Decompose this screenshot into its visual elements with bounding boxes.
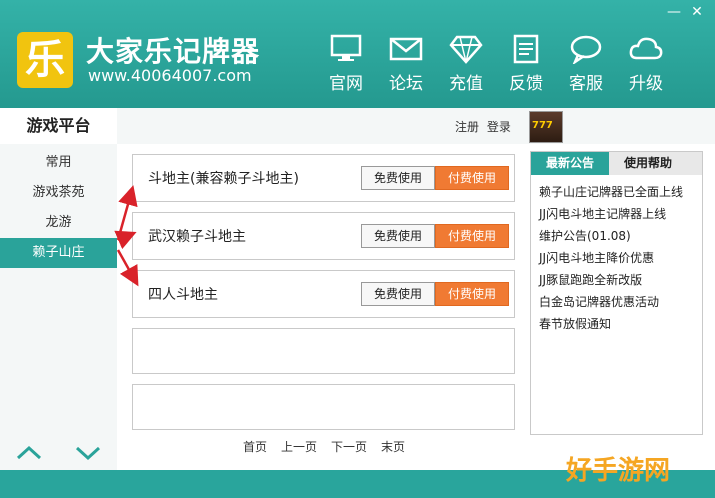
minimize-button[interactable]: — — [665, 4, 683, 20]
empty-game-slot — [132, 384, 515, 430]
auth-links: 注册 登录 — [455, 118, 515, 135]
news-item[interactable]: 春节放假通知 — [539, 313, 702, 335]
announcement-panel: 最新公告 使用帮助 赖子山庄记牌器已全面上线 JJ闪电斗地主记牌器上线 维护公告… — [530, 151, 703, 435]
app-window: 乐 大家乐记牌器 www.40064007.com — ✕ 官网 论坛 充值 反… — [0, 0, 715, 498]
nav-service[interactable]: 客服 — [556, 34, 616, 94]
next-page-link[interactable]: 下一页 — [331, 438, 367, 455]
news-item[interactable]: 维护公告(01.08) — [539, 225, 702, 247]
register-link[interactable]: 注册 — [455, 120, 479, 134]
sidebar-item-tea-garden[interactable]: 游戏茶苑 — [0, 178, 117, 208]
close-button[interactable]: ✕ — [688, 4, 706, 20]
tab-latest-news[interactable]: 最新公告 — [531, 152, 609, 175]
sidebar-title: 游戏平台 — [0, 108, 117, 144]
nav-website[interactable]: 官网 — [316, 34, 376, 94]
nav-label: 充值 — [449, 74, 483, 94]
monitor-icon — [330, 34, 362, 61]
slot-machine-avatar[interactable] — [529, 111, 563, 143]
nav-feedback[interactable]: 反馈 — [496, 34, 556, 94]
news-item[interactable]: 赖子山庄记牌器已全面上线 — [539, 181, 702, 203]
game-name: 四人斗地主 — [148, 287, 218, 303]
topbar: 注册 登录 — [117, 108, 715, 144]
chevron-down-icon[interactable] — [74, 445, 102, 461]
nav-label: 论坛 — [389, 74, 423, 94]
paid-use-button[interactable]: 付费使用 — [435, 166, 509, 190]
envelope-icon — [389, 37, 423, 61]
app-url: www.40064007.com — [88, 66, 252, 85]
nav-forum[interactable]: 论坛 — [376, 34, 436, 94]
paid-use-button[interactable]: 付费使用 — [435, 224, 509, 248]
game-row: 四人斗地主 免费使用 付费使用 — [132, 270, 515, 318]
sidebar-scroll-controls — [0, 436, 117, 470]
news-item[interactable]: JJ闪电斗地主记牌器上线 — [539, 203, 702, 225]
top-nav: 官网 论坛 充值 反馈 客服 升级 — [316, 34, 676, 94]
game-name: 武汉赖子斗地主 — [148, 229, 246, 245]
nav-upgrade[interactable]: 升级 — [616, 34, 676, 94]
cloud-icon — [629, 37, 663, 60]
watermark-logo: 好手游网 — [566, 456, 671, 486]
paid-use-button[interactable]: 付费使用 — [435, 282, 509, 306]
app-title: 大家乐记牌器 — [86, 35, 261, 68]
login-link[interactable]: 登录 — [487, 120, 511, 134]
nav-recharge[interactable]: 充值 — [436, 34, 496, 94]
news-list: 赖子山庄记牌器已全面上线 JJ闪电斗地主记牌器上线 维护公告(01.08) JJ… — [531, 175, 702, 335]
document-icon — [513, 34, 539, 64]
free-use-button[interactable]: 免费使用 — [361, 166, 435, 190]
nav-label: 官网 — [329, 74, 363, 94]
news-item[interactable]: 白金岛记牌器优惠活动 — [539, 291, 702, 313]
free-use-button[interactable]: 免费使用 — [361, 282, 435, 306]
game-row: 武汉赖子斗地主 免费使用 付费使用 — [132, 212, 515, 260]
prev-page-link[interactable]: 上一页 — [281, 438, 317, 455]
announcement-tabs: 最新公告 使用帮助 — [531, 152, 702, 175]
game-list: 斗地主(兼容赖子斗地主) 免费使用 付费使用 武汉赖子斗地主 免费使用 付费使用… — [132, 154, 515, 440]
last-page-link[interactable]: 末页 — [381, 438, 405, 455]
diamond-icon — [449, 35, 483, 64]
nav-label: 升级 — [629, 74, 663, 94]
pagination: 首页 上一页 下一页 末页 — [243, 438, 405, 455]
nav-label: 反馈 — [509, 74, 543, 94]
app-logo: 乐 — [17, 32, 73, 88]
news-item[interactable]: JJ闪电斗地主降价优惠 — [539, 247, 702, 269]
header: 乐 大家乐记牌器 www.40064007.com — ✕ 官网 论坛 充值 反… — [0, 0, 715, 108]
first-page-link[interactable]: 首页 — [243, 438, 267, 455]
sidebar-item-laizi-villa[interactable]: 赖子山庄 — [0, 238, 117, 268]
sidebar-item-longyou[interactable]: 龙游 — [0, 208, 117, 238]
sidebar: 游戏平台 常用 游戏茶苑 龙游 赖子山庄 — [0, 108, 117, 470]
sidebar-item-common[interactable]: 常用 — [0, 148, 117, 178]
empty-game-slot — [132, 328, 515, 374]
chat-bubble-icon — [570, 35, 602, 66]
game-row: 斗地主(兼容赖子斗地主) 免费使用 付费使用 — [132, 154, 515, 202]
news-item[interactable]: JJ豚鼠跑跑全新改版 — [539, 269, 702, 291]
nav-label: 客服 — [569, 74, 603, 94]
free-use-button[interactable]: 免费使用 — [361, 224, 435, 248]
main-content: 注册 登录 斗地主(兼容赖子斗地主) 免费使用 付费使用 武汉赖子斗地主 免费使… — [117, 108, 715, 470]
tab-help[interactable]: 使用帮助 — [609, 152, 687, 175]
chevron-up-icon[interactable] — [15, 445, 43, 461]
game-name: 斗地主(兼容赖子斗地主) — [148, 171, 299, 187]
